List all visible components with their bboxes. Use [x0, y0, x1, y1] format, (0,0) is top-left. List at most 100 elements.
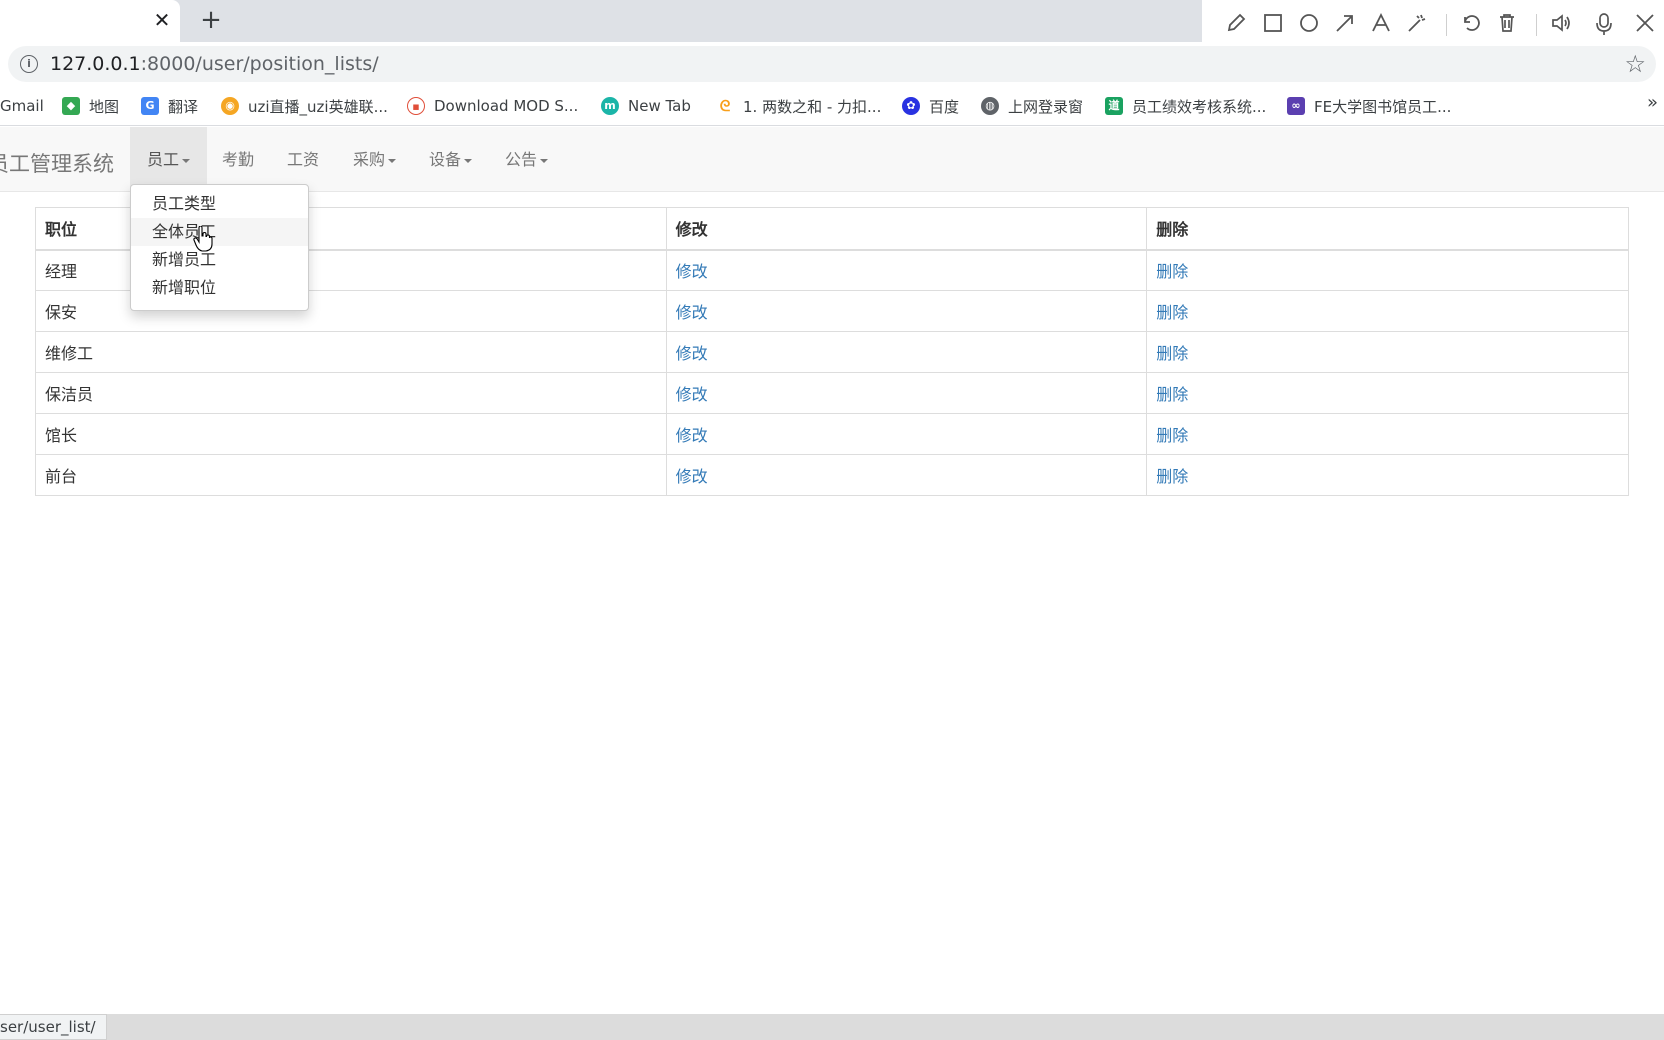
header-edit: 修改	[665, 207, 1148, 251]
speaker-icon[interactable]	[1548, 12, 1574, 38]
status-url-bubble: ser/user_list/	[0, 1014, 107, 1040]
bookmark-performance[interactable]: 道员工绩效考核系统...	[1105, 95, 1266, 117]
header-delete: 删除	[1146, 207, 1629, 251]
nav-label: 考勤	[222, 150, 255, 169]
hand-cursor-icon	[193, 226, 213, 252]
delete-link[interactable]: 删除	[1156, 467, 1188, 486]
bookmark-label: Gmail	[0, 97, 44, 115]
app-brand[interactable]: 员工管理系统	[0, 148, 114, 178]
edit-link[interactable]: 修改	[676, 262, 708, 281]
tab-close-icon[interactable]: ✕	[150, 8, 174, 32]
bookmark-star-icon[interactable]: ☆	[1624, 50, 1646, 78]
bookmark-baidu[interactable]: ✿ 百度	[902, 95, 959, 117]
delete-link[interactable]: 删除	[1156, 262, 1188, 281]
bookmark-download-mod[interactable]: ▪ Download MOD S...	[407, 95, 578, 117]
microphone-icon[interactable]	[1591, 12, 1617, 38]
text-tool-icon[interactable]	[1368, 12, 1394, 38]
caret-down-icon	[388, 158, 397, 163]
nav-item-attendance[interactable]: 考勤	[205, 127, 271, 192]
circle-icon[interactable]	[1296, 12, 1322, 38]
nav-label: 设备	[429, 150, 462, 169]
magic-wand-icon[interactable]	[1404, 12, 1430, 38]
m-icon: m	[601, 97, 619, 115]
maps-icon: ◆	[62, 97, 80, 115]
menu-item-add-position[interactable]: 新增职位	[131, 274, 308, 302]
close-icon[interactable]	[1632, 12, 1658, 38]
app-navbar: 员工管理系统 员工 考勤 工资 采购 设备 公告	[0, 127, 1664, 192]
url-host: 127.0.0.1	[50, 53, 141, 75]
edit-cell: 修改	[665, 249, 1148, 291]
nav-label: 工资	[287, 150, 320, 169]
delete-cell: 删除	[1146, 290, 1629, 332]
caret-down-icon	[540, 158, 549, 163]
translate-icon: G	[141, 97, 159, 115]
tv-icon: ▪	[407, 97, 425, 115]
bookmarks-bar: Gmail ◆ 地图 G 翻译 ◉ uzi直播_uzi英雄联... ▪ Download…	[0, 86, 1664, 126]
address-bar-row: i 127.0.0.1:8000/user/position_lists/ ☆	[0, 42, 1664, 86]
employee-dropdown-menu: 员工类型 全体员工 新增员工 新增职位	[130, 184, 309, 311]
url-text[interactable]: 127.0.0.1:8000/user/position_lists/	[50, 53, 379, 75]
delete-link[interactable]: 删除	[1156, 303, 1188, 322]
new-tab-button[interactable]: +	[197, 6, 225, 34]
nav-label: 员工	[147, 150, 180, 169]
bookmark-login[interactable]: ◍ 上网登录窗	[981, 95, 1083, 117]
nav-item-salary[interactable]: 工资	[270, 127, 336, 192]
delete-link[interactable]: 删除	[1156, 344, 1188, 363]
site-info-icon[interactable]: i	[20, 55, 38, 73]
bookmark-label: 上网登录窗	[1008, 97, 1084, 116]
bookmark-gmail[interactable]: Gmail	[0, 95, 44, 117]
undo-icon[interactable]	[1458, 12, 1484, 38]
omnibox[interactable]: i 127.0.0.1:8000/user/position_lists/ ☆	[8, 46, 1656, 82]
nav-item-equipment[interactable]: 设备	[412, 127, 489, 192]
position-cell: 馆长	[35, 413, 667, 455]
bookmark-label: New Tab	[628, 97, 691, 115]
edit-cell: 修改	[665, 372, 1148, 414]
bookmark-leetcode[interactable]: ᘓ 1. 两数之和 - 力扣...	[716, 95, 881, 117]
edit-link[interactable]: 修改	[676, 426, 708, 445]
bookmark-translate[interactable]: G 翻译	[141, 95, 198, 117]
nav-item-employee[interactable]: 员工	[130, 127, 208, 192]
nav-label: 公告	[505, 150, 538, 169]
leetcode-icon: ᘓ	[716, 97, 734, 115]
trash-icon[interactable]	[1494, 12, 1520, 38]
menu-item-add-employee[interactable]: 新增员工	[131, 246, 308, 274]
toolbar-divider	[1446, 14, 1447, 36]
doc-icon: 道	[1105, 97, 1123, 115]
edit-cell: 修改	[665, 454, 1148, 496]
arrow-icon[interactable]	[1332, 12, 1358, 38]
rectangle-icon[interactable]	[1260, 12, 1286, 38]
edit-link[interactable]: 修改	[676, 303, 708, 322]
delete-cell: 删除	[1146, 372, 1629, 414]
table-row: 维修工 修改 删除	[35, 331, 1629, 373]
delete-link[interactable]: 删除	[1156, 385, 1188, 404]
edit-link[interactable]: 修改	[676, 467, 708, 486]
bookmark-uzi[interactable]: ◉ uzi直播_uzi英雄联...	[221, 95, 388, 117]
bookmark-label: uzi直播_uzi英雄联...	[248, 97, 388, 116]
bookmark-new-tab[interactable]: m New Tab	[601, 95, 691, 117]
delete-cell: 删除	[1146, 249, 1629, 291]
nav-item-purchase[interactable]: 采购	[336, 127, 413, 192]
browser-tab[interactable]: ✕	[0, 0, 180, 42]
delete-link[interactable]: 删除	[1156, 426, 1188, 445]
toolbar-divider	[1536, 14, 1537, 36]
edit-link[interactable]: 修改	[676, 344, 708, 363]
pencil-icon[interactable]	[1223, 12, 1249, 38]
edit-cell: 修改	[665, 413, 1148, 455]
bookmark-label: FE大学图书馆员工...	[1314, 97, 1452, 116]
nav-item-notice[interactable]: 公告	[488, 127, 565, 192]
delete-cell: 删除	[1146, 331, 1629, 373]
menu-item-all-employees[interactable]: 全体员工	[131, 218, 308, 246]
table-row: 保洁员 修改 删除	[35, 372, 1629, 414]
bookmark-maps[interactable]: ◆ 地图	[62, 95, 119, 117]
table-row: 前台 修改 删除	[35, 454, 1629, 496]
stream-icon: ◉	[221, 97, 239, 115]
edit-cell: 修改	[665, 331, 1148, 373]
bottom-bar	[0, 1014, 1664, 1040]
edit-link[interactable]: 修改	[676, 385, 708, 404]
infinity-icon: ∞	[1287, 97, 1305, 115]
chevron-right-icon[interactable]: »	[1647, 92, 1658, 113]
caret-down-icon	[464, 158, 473, 163]
bookmark-label: 员工绩效考核系统...	[1132, 97, 1267, 116]
bookmark-library[interactable]: ∞ FE大学图书馆员工...	[1287, 95, 1451, 117]
menu-item-employee-type[interactable]: 员工类型	[131, 190, 308, 218]
